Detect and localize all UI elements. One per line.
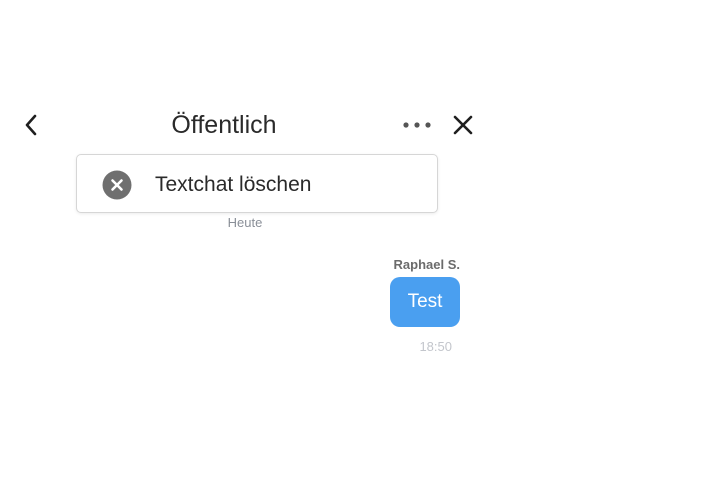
close-button[interactable] (449, 111, 477, 139)
date-separator: Heute (227, 215, 263, 230)
message-sender-name: Raphael S. (393, 257, 460, 272)
clear-circle-icon (102, 170, 132, 200)
more-horizontal-icon (403, 122, 431, 128)
chat-panel: Öffentlich Textchat löschen Heute Raphae… (0, 0, 706, 484)
chevron-left-icon (25, 114, 37, 136)
message-bubble[interactable]: Test (390, 277, 460, 327)
back-button[interactable] (18, 111, 44, 139)
chat-title: Öffentlich (171, 111, 277, 139)
close-icon (453, 115, 473, 135)
options-dropdown-menu: Textchat löschen (76, 154, 438, 213)
more-options-button[interactable] (398, 114, 436, 136)
menu-item-label: Textchat löschen (155, 173, 312, 196)
message-timestamp: 18:50 (419, 339, 452, 354)
delete-textchat-menu-item[interactable]: Textchat löschen (77, 155, 437, 212)
message-text: Test (407, 291, 443, 312)
